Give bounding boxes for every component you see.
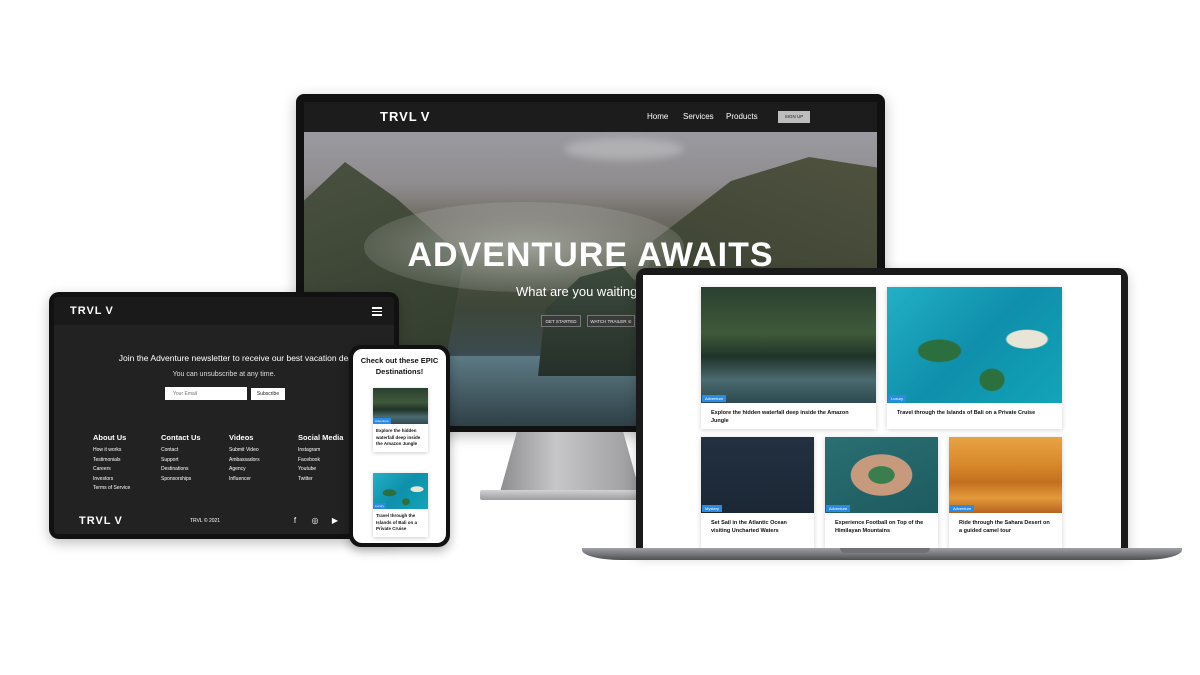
footer-heading: Social Media [298,433,344,442]
footer-link[interactable]: Investors [93,475,130,485]
newsletter-title: Join the Adventure newsletter to receive… [118,353,360,363]
watch-trailer-button[interactable]: WATCH TRAILER ⊙ [587,315,635,327]
card-title: Travel through the Islands of Bali on a … [897,410,1036,416]
logo-v-icon: V [114,515,123,527]
card-title: Explore the hidden waterfall deep inside… [711,410,849,424]
tablet-logo[interactable]: TRVL V [70,305,114,317]
footer-link[interactable]: Testimonials [93,456,130,466]
get-started-button[interactable]: GET STARTED [541,315,581,327]
waterfall-image: Adventure [373,388,428,424]
monitor-stand [500,432,640,492]
hamburger-menu-icon[interactable] [372,307,382,316]
nav-link-home[interactable]: Home [647,112,668,121]
footer-link[interactable]: How it works [93,446,130,456]
tablet-device: TRVL V Join the Adventure newsletter to r… [49,292,399,539]
footer-link[interactable]: Youtube [298,465,343,475]
laptop-notch [840,548,930,553]
footer-link[interactable]: Agency [229,465,260,475]
footer-link[interactable]: Careers [93,465,130,475]
waterfall-image: Adventure [701,287,876,403]
laptop-device: Adventure Explore the hidden waterfall d… [636,268,1128,554]
ocean-image: Mystery [701,437,814,513]
signup-button[interactable]: SIGN UP [778,111,810,123]
card-title: Travel through the Islands of Bali on a … [376,513,418,531]
destination-card[interactable]: Adventure Ride through the Sahara Desert… [949,437,1062,549]
footer-link[interactable]: Influencer [229,475,260,485]
destination-card[interactable]: Mystery Set Sail in the Atlantic Ocean v… [701,437,814,549]
destination-card[interactable]: Adventure Explore the hidden waterfall d… [701,287,876,429]
hero-image-cloud [564,138,684,160]
monitor-base [480,490,660,500]
footer-column-videos: Videos Submit Video Ambassadors Agency I… [229,433,260,484]
footer-link[interactable]: Twitter [298,475,343,485]
destination-card[interactable]: Luxury Travel through the Islands of Bal… [887,287,1062,429]
card-title: Explore the hidden waterfall deep inside… [376,428,421,446]
footer-link[interactable]: Instagram [298,446,343,456]
footer-link[interactable]: Submit Video [229,446,260,456]
card-title: Set Sail in the Atlantic Ocean visiting … [711,520,787,534]
desert-image: Adventure [949,437,1062,513]
footer-link[interactable]: Support [161,456,201,466]
category-tag: Adventure [826,505,851,512]
destination-card[interactable]: Luxury Travel through the Islands of Bal… [373,473,428,537]
laptop-screen: Adventure Explore the hidden waterfall d… [643,275,1121,550]
desktop-logo[interactable]: TRVL V [380,109,430,124]
footer-link[interactable]: Terms of Service [93,484,130,494]
nav-link-products[interactable]: Products [726,112,758,121]
newsletter-subtitle: You can unsubscribe at any time. [172,371,276,378]
footer-link[interactable]: Destinations [161,465,201,475]
nav-link-services[interactable]: Services [683,112,714,121]
category-tag: Mystery [702,505,722,512]
islands-image: Luxury [373,473,428,509]
footer-link[interactable]: Sponsorships [161,475,201,485]
category-tag: Adventure [950,505,975,512]
footer-heading: Videos [229,433,254,442]
category-tag: Adventure [702,395,727,402]
phone-device: Check out these EPIC Destinations! Adven… [349,345,450,547]
subscribe-button[interactable]: Subscribe [251,388,285,400]
football-island-image: Adventure [825,437,938,513]
card-title: Ride through the Sahara Desert on a guid… [959,520,1050,534]
footer-column-contact: Contact Us Contact Support Destinations … [161,433,201,484]
social-icons: f ◎ ▶ [290,516,340,525]
category-tag: Luxury [888,395,907,402]
islands-image: Luxury [887,287,1062,403]
copyright-text: TRVL © 2021 [190,518,221,524]
logo-v-icon: V [105,305,114,317]
phone-screen: Check out these EPIC Destinations! Adven… [353,349,446,543]
footer-column-social: Social Media Instagram Facebook Youtube … [298,433,343,484]
desktop-navbar: TRVL V Home Services Products SIGN UP [304,102,877,132]
instagram-icon[interactable]: ◎ [310,516,320,525]
logo-v-icon: V [420,109,431,124]
footer-link[interactable]: Ambassadors [229,456,260,466]
footer-column-about: About Us How it works Testimonials Caree… [93,433,130,494]
facebook-icon[interactable]: f [290,516,300,525]
footer-logo[interactable]: TRVL V [79,515,123,527]
destination-card[interactable]: Adventure Experience Football on Top of … [825,437,938,549]
destination-card[interactable]: Adventure Explore the hidden waterfall d… [373,388,428,452]
device-mockup-scene: TRVL V Home Services Products SIGN UP ADV… [0,0,1200,675]
category-tag: Adventure [373,418,391,424]
youtube-icon[interactable]: ▶ [330,516,340,525]
footer-heading: Contact Us [161,433,201,442]
footer-heading: About Us [93,433,127,442]
email-input[interactable] [165,387,247,400]
phone-heading: Check out these EPIC Destinations! [360,356,439,376]
tablet-screen: TRVL V Join the Adventure newsletter to r… [54,297,394,534]
hero-subtitle: What are you waiting [516,284,638,299]
tablet-navbar: TRVL V [54,297,394,325]
category-tag: Luxury [373,503,387,509]
footer-link[interactable]: Facebook [298,456,343,466]
footer-link[interactable]: Contact [161,446,201,456]
card-title: Experience Football on Top of the Himila… [835,520,924,534]
